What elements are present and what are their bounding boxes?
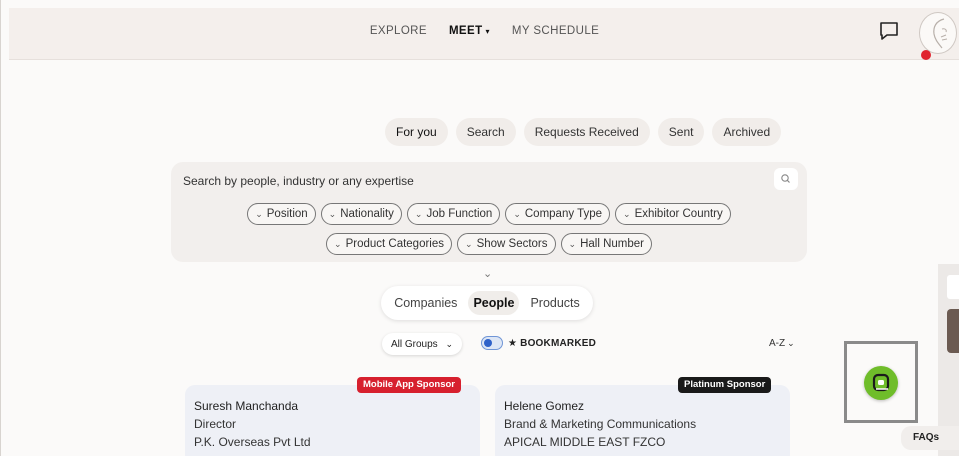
nav-explore[interactable]: EXPLORE xyxy=(370,25,427,37)
filter-label: Exhibitor Country xyxy=(634,208,723,220)
search-panel: Search by people, industry or any expert… xyxy=(171,162,807,262)
side-drawer-input[interactable] xyxy=(947,275,959,299)
filter-label: Position xyxy=(266,208,308,220)
notification-dot xyxy=(921,50,931,60)
filter-company-type[interactable]: ⌄ Company Type xyxy=(505,203,611,225)
person-card[interactable]: Platinum Sponsor Helene Gomez Brand & Ma… xyxy=(495,377,790,456)
filter-row-2: ⌄ Product Categories ⌄ Show Sectors ⌄ Hall … xyxy=(171,233,807,255)
expand-filters-chevron-icon[interactable]: ⌄ xyxy=(483,267,492,280)
filter-show-sectors[interactable]: ⌄ Show Sectors xyxy=(457,233,556,255)
filter-label: Company Type xyxy=(524,208,603,220)
chevron-down-icon: ⌄ xyxy=(334,239,342,249)
user-avatar[interactable] xyxy=(919,12,959,60)
chevron-down-icon: ⌄ xyxy=(445,339,454,349)
person-company: APICAL MIDDLE EAST FZCO xyxy=(504,435,666,449)
filter-label: Show Sectors xyxy=(476,238,548,250)
filter-exhibitor-country[interactable]: ⌄ Exhibitor Country xyxy=(615,203,731,225)
segment-companies[interactable]: Companies xyxy=(389,291,462,315)
bookmarked-filter: ★ BOOKMARKED xyxy=(481,336,596,350)
filter-nationality[interactable]: ⌄ Nationality xyxy=(320,203,402,225)
sponsor-badge: Platinum Sponsor xyxy=(678,377,772,393)
tab-search[interactable]: Search xyxy=(455,118,516,146)
tab-requests-received[interactable]: Requests Received xyxy=(523,118,650,146)
person-name: Helene Gomez xyxy=(504,399,585,413)
sponsor-badge: Mobile App Sponsor xyxy=(357,377,462,393)
sort-dropdown[interactable]: A-Z ⌄ xyxy=(769,338,795,349)
chevron-down-icon: ⌄ xyxy=(568,239,577,249)
result-type-switch: Companies People Products xyxy=(381,286,593,320)
assistant-widget-button[interactable] xyxy=(864,366,898,400)
face-sketch-icon xyxy=(933,18,948,49)
nav-meet-label: MEET xyxy=(448,25,483,37)
chevron-down-icon: ⌄ xyxy=(465,239,473,249)
segment-products[interactable]: Products xyxy=(525,291,584,315)
tab-archived[interactable]: Archived xyxy=(712,118,782,146)
search-icon xyxy=(781,174,790,183)
filter-position[interactable]: ⌄ Position xyxy=(247,203,316,225)
filter-row-1: ⌄ Position ⌄ Nationality ⌄ Job Function ⌄ Co… xyxy=(171,203,807,225)
nav-meet[interactable]: MEET ▾ xyxy=(449,25,490,37)
filter-label: Job Function xyxy=(426,208,493,220)
chevron-down-icon: ⌄ xyxy=(513,209,521,219)
filter-hall-number[interactable]: ⌄ Hall Number xyxy=(560,233,652,255)
bookmarked-toggle[interactable] xyxy=(481,336,503,350)
chevron-down-icon: ⌄ xyxy=(414,209,423,219)
bookmarked-label: ★ BOOKMARKED xyxy=(508,337,597,349)
filter-product-categories[interactable]: ⌄ Product Categories xyxy=(326,233,453,255)
filter-job-function[interactable]: ⌄ Job Function xyxy=(406,203,501,225)
assistant-logo-icon xyxy=(872,373,890,392)
person-company: P.K. Overseas Pvt Ltd xyxy=(194,435,311,449)
chat-bubble-icon[interactable] xyxy=(878,20,900,42)
search-input[interactable]: Search by people, industry or any expert… xyxy=(183,174,414,188)
person-card[interactable]: Mobile App Sponsor Suresh Manchanda Dire… xyxy=(185,377,480,456)
groups-label: All Groups xyxy=(391,339,438,350)
segment-people[interactable]: People xyxy=(468,291,520,315)
person-role: Director xyxy=(194,417,237,431)
sort-label: A-Z xyxy=(769,338,786,349)
chevron-down-icon: ⌄ xyxy=(328,209,337,219)
person-role: Brand & Marketing Communications xyxy=(504,417,697,431)
chevron-down-icon: ⌄ xyxy=(255,209,263,219)
nav-my-schedule[interactable]: MY SCHEDULE xyxy=(512,25,599,37)
meet-tabs: For you Search Requests Received Sent Ar… xyxy=(385,118,782,146)
side-drawer-photo xyxy=(947,309,959,353)
groups-dropdown[interactable]: All Groups ⌄ xyxy=(382,333,463,355)
app-frame: EXPLORE MEET ▾ MY SCHEDULE For you Search… xyxy=(0,0,959,456)
tab-sent[interactable]: Sent xyxy=(657,118,705,146)
filter-label: Hall Number xyxy=(580,238,644,250)
assistant-widget-frame xyxy=(844,341,918,423)
person-name: Suresh Manchanda xyxy=(194,399,299,413)
filter-label: Nationality xyxy=(340,208,394,220)
chevron-down-icon: ⌄ xyxy=(787,338,795,348)
avatar-image xyxy=(919,12,957,54)
faq-button[interactable]: FAQs xyxy=(901,426,959,450)
main-nav: EXPLORE MEET ▾ MY SCHEDULE xyxy=(9,25,959,37)
tab-for-you[interactable]: For you xyxy=(385,118,448,146)
search-button[interactable] xyxy=(774,168,798,190)
top-nav-bar: EXPLORE MEET ▾ MY SCHEDULE xyxy=(9,8,959,60)
chevron-down-icon: ⌄ xyxy=(623,209,631,219)
caret-down-icon: ▾ xyxy=(485,27,490,36)
filter-label: Product Categories xyxy=(345,238,445,250)
